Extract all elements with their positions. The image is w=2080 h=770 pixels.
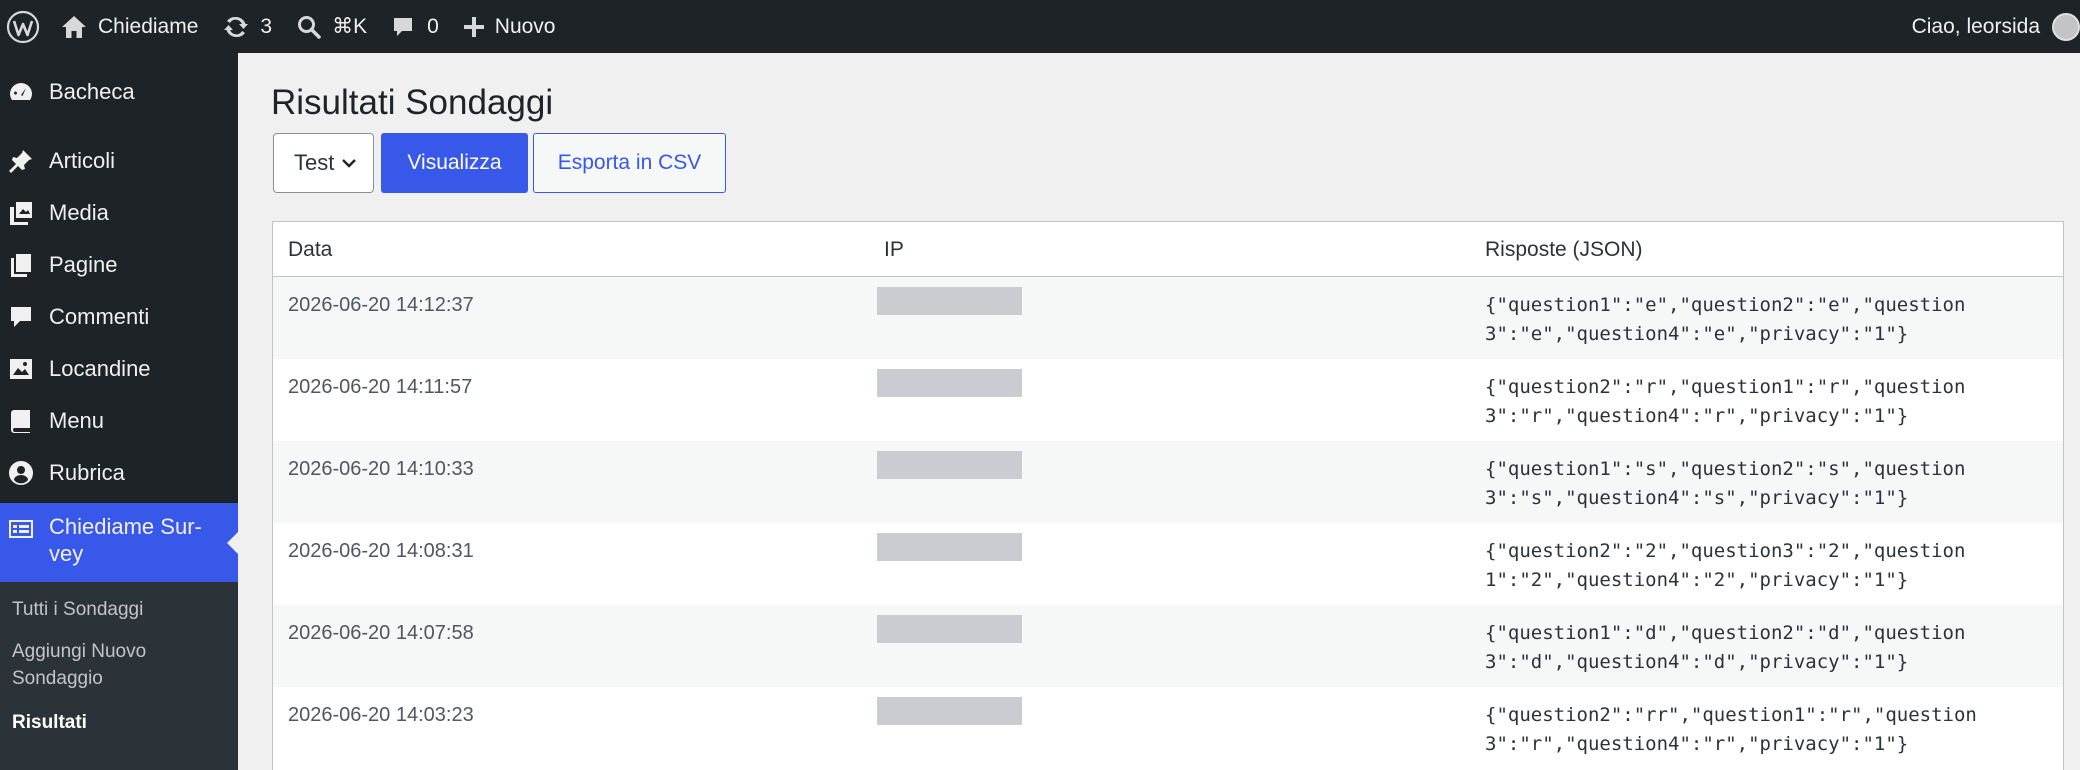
sidebar-item-media[interactable]: Media (0, 192, 238, 234)
column-header-json: Risposte (JSON) (1485, 238, 1643, 261)
updates-count: 3 (260, 14, 273, 38)
submenu-item-tutti-sondaggi[interactable]: Tutti i Sondaggi (12, 596, 143, 623)
cell-date: 2026-06-20 14:03:23 (288, 704, 474, 726)
ip-redacted (877, 451, 1022, 479)
table-row: 2026-06-20 14:10:33 {"question1":"s","qu… (273, 441, 2063, 523)
new-content-link[interactable]: Nuovo (451, 0, 568, 53)
site-name-link[interactable]: Chiediame (54, 0, 210, 53)
cell-json: {"question1":"s","question2":"s","questi… (1485, 458, 1966, 509)
cell-json: {"question2":"r","question1":"r","questi… (1485, 376, 1966, 427)
media-icon (7, 199, 35, 227)
page-title: Risultati Sondaggi (271, 83, 554, 122)
comment-icon (394, 17, 413, 36)
updates-link[interactable]: 3 (210, 0, 284, 53)
cell-date: 2026-06-20 14:07:58 (288, 622, 474, 644)
table-row: 2026-06-20 14:03:23 {"question2":"rr","q… (273, 687, 2063, 769)
greeting: Ciao, leorsida (1911, 14, 2040, 38)
pages-icon (7, 251, 35, 279)
survey-select[interactable]: Test (273, 133, 374, 193)
sidebar-item-pagine[interactable]: Pagine (0, 244, 238, 286)
cell-json: {"question2":"2","question3":"2","questi… (1485, 540, 1966, 591)
refresh-icon (224, 16, 249, 37)
cell-json: {"question2":"rr","question1":"r","quest… (1485, 704, 1977, 755)
survey-submenu: Tutti i Sondaggi Aggiungi Nuovo Sondaggi… (0, 582, 238, 770)
main-content: Risultati Sondaggi Test Visualizza Espor… (238, 53, 2080, 770)
cell-date: 2026-06-20 14:11:57 (288, 376, 473, 398)
pin-icon (7, 147, 35, 175)
table-header: Data IP Risposte (JSON) (273, 222, 2063, 277)
comment-icon (7, 303, 35, 331)
account-menu[interactable]: Ciao, leorsida (1912, 0, 2080, 53)
ip-redacted (877, 615, 1022, 643)
new-label: Nuovo (494, 14, 556, 38)
ip-redacted (877, 287, 1022, 315)
sidebar-item-bacheca[interactable]: Bacheca (0, 71, 238, 113)
survey-icon (7, 515, 35, 543)
search-shortcut: ⌘K (332, 15, 368, 38)
comments-link[interactable]: 0 (379, 0, 451, 53)
comments-count: 0 (427, 14, 439, 38)
export-csv-button[interactable]: Esporta in CSV (533, 133, 726, 193)
cell-date: 2026-06-20 14:12:37 (288, 294, 474, 316)
ip-redacted (877, 369, 1022, 397)
ip-redacted (877, 697, 1022, 725)
home-icon (62, 15, 86, 38)
column-header-ip: IP (884, 238, 904, 261)
avatar (2052, 12, 2080, 41)
sidebar-item-rubrica[interactable]: Rubrica (0, 452, 238, 494)
cell-json: {"question1":"d","question2":"d","questi… (1485, 622, 1966, 673)
submenu-item-risultati[interactable]: Risultati (12, 709, 87, 736)
contacts-icon (7, 459, 35, 487)
plus-icon (463, 16, 484, 37)
search-icon (298, 15, 321, 39)
image-icon (7, 355, 35, 383)
dashboard-icon (7, 78, 35, 106)
book-icon (7, 407, 35, 435)
column-header-data: Data (288, 238, 333, 261)
cell-json: {"question1":"e","question2":"e","questi… (1485, 294, 1966, 345)
ip-redacted (877, 533, 1022, 561)
sidebar-item-commenti[interactable]: Commenti (0, 296, 238, 338)
search-link[interactable]: ⌘K (284, 0, 379, 53)
sidebar-item-menu[interactable]: Menu (0, 400, 238, 442)
table-row: 2026-06-20 14:08:31 {"question2":"2","qu… (273, 523, 2063, 605)
survey-select-value: Test (294, 150, 335, 175)
table-row: 2026-06-20 14:11:57 {"question2":"r","qu… (273, 359, 2063, 441)
view-button[interactable]: Visualizza (381, 133, 528, 193)
admin-sidebar: Bacheca Articoli Media Pagine Commenti L… (0, 53, 238, 770)
site-name: Chiediame (98, 14, 199, 38)
sidebar-item-chiediame-survey[interactable]: Chiediame Sur- vey (0, 503, 238, 583)
active-indicator (227, 532, 238, 554)
sidebar-item-articoli[interactable]: Articoli (0, 140, 238, 182)
sidebar-item-locandine[interactable]: Locandine (0, 348, 238, 390)
wordpress-logo-icon[interactable] (0, 0, 54, 53)
cell-date: 2026-06-20 14:10:33 (288, 458, 474, 480)
admin-bar: Chiediame 3 ⌘K 0 Nuovo Ciao, leorsida (0, 0, 2080, 53)
table-row: 2026-06-20 14:12:37 {"question1":"e","qu… (273, 277, 2063, 359)
chevron-down-icon (342, 159, 357, 168)
table-row: 2026-06-20 14:07:58 {"question1":"d","qu… (273, 605, 2063, 687)
submenu-item-aggiungi-nuovo[interactable]: Aggiungi Nuovo Sondaggio (12, 638, 146, 692)
results-table: Data IP Risposte (JSON) 2026-06-20 14:12… (272, 221, 2064, 770)
cell-date: 2026-06-20 14:08:31 (288, 540, 474, 562)
